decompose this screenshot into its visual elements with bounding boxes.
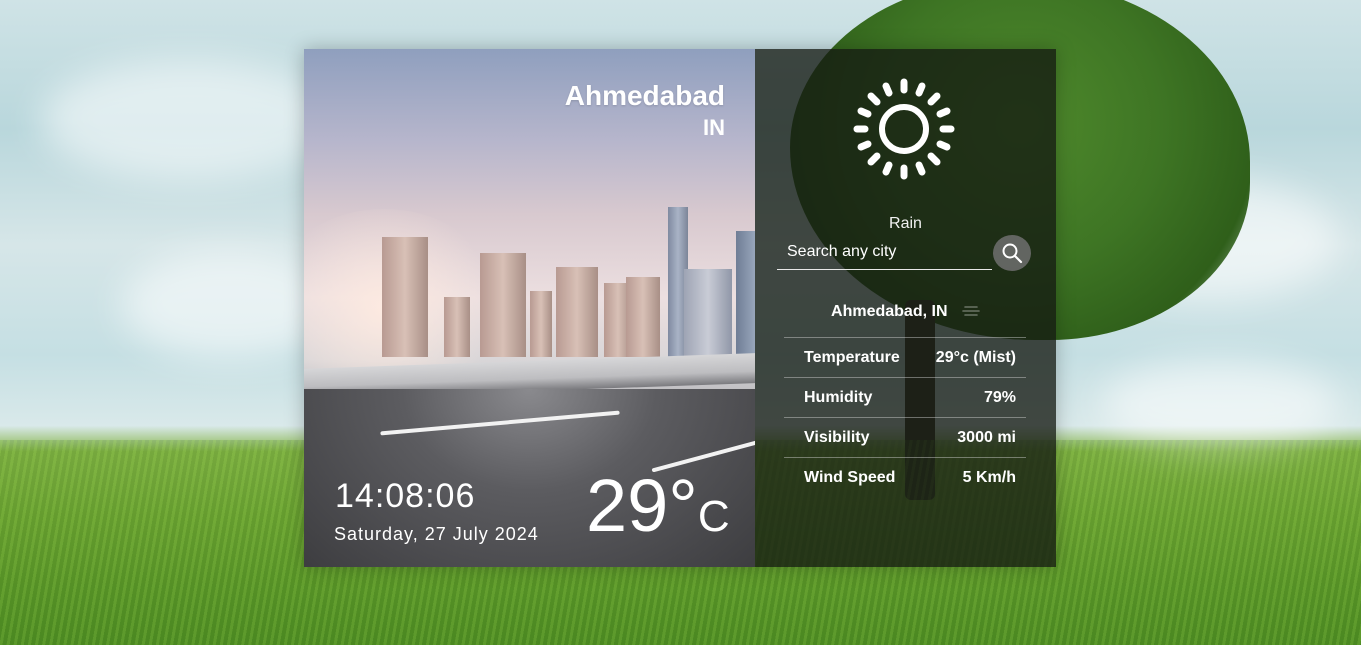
- building: [480, 253, 526, 357]
- stat-row-humidity: Humidity 79%: [784, 377, 1026, 417]
- stat-value: 5 Km/h: [962, 468, 1016, 486]
- weather-stats-table: Temperature 29°c (Mist) Humidity 79% Vis…: [784, 337, 1026, 497]
- building: [444, 297, 470, 357]
- stat-value: 3000 mi: [957, 428, 1016, 446]
- stat-label: Humidity: [804, 388, 873, 406]
- city-name: Ahmedabad: [564, 80, 725, 111]
- location-label: Ahmedabad, IN: [831, 303, 948, 320]
- search-icon: [1002, 243, 1023, 264]
- country-code: IN: [703, 115, 725, 140]
- search-bar: [777, 235, 1033, 275]
- stat-value: 79%: [983, 388, 1016, 406]
- search-button[interactable]: [993, 235, 1031, 271]
- city-panel: Ahmedabad IN 14:08:06 Saturday, 27 July …: [304, 49, 755, 567]
- building: [736, 231, 755, 357]
- sun-icon: [853, 78, 955, 180]
- building: [626, 277, 660, 357]
- building: [684, 269, 732, 357]
- stat-label: Temperature: [804, 348, 900, 366]
- mist-icon: [962, 305, 980, 316]
- stat-label: Wind Speed: [804, 468, 896, 486]
- building: [382, 237, 428, 357]
- background-cloud: [40, 60, 340, 180]
- temperature-unit: C: [697, 492, 730, 541]
- weather-card: Ahmedabad IN 14:08:06 Saturday, 27 July …: [304, 49, 1056, 567]
- details-panel: Rain Ahmedabad, IN Temper: [755, 49, 1056, 567]
- temperature-display: 29°C: [586, 469, 730, 543]
- temperature-value: 29°: [586, 464, 698, 547]
- building: [530, 291, 552, 357]
- current-date: Saturday, 27 July 2024: [334, 524, 539, 544]
- background-cloud: [1100, 360, 1340, 450]
- stat-value: 29°c (Mist): [935, 348, 1016, 366]
- building: [556, 267, 598, 357]
- current-time: 14:08:06: [335, 477, 476, 515]
- location-heading: Ahmedabad, IN: [755, 303, 1056, 321]
- city-search-input[interactable]: [777, 235, 992, 270]
- weather-condition: Rain: [889, 215, 922, 232]
- stat-row-wind-speed: Wind Speed 5 Km/h: [784, 457, 1026, 497]
- stat-row-temperature: Temperature 29°c (Mist): [784, 337, 1026, 377]
- stat-label: Visibility: [804, 428, 870, 446]
- stat-row-visibility: Visibility 3000 mi: [784, 417, 1026, 457]
